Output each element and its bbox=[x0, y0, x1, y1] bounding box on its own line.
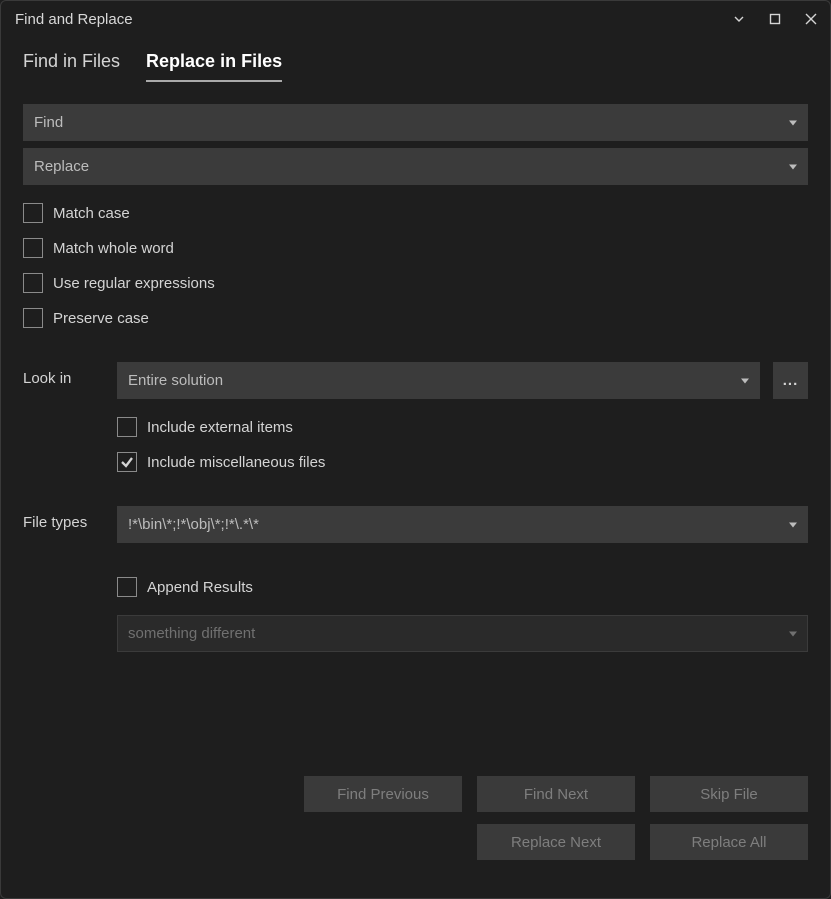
look-in-value: Entire solution bbox=[128, 372, 223, 389]
include-misc-checkbox[interactable] bbox=[117, 452, 137, 472]
browse-button[interactable]: ... bbox=[773, 362, 808, 399]
skip-file-button[interactable]: Skip File bbox=[650, 776, 808, 812]
maximize-icon[interactable] bbox=[764, 8, 786, 30]
match-case-label: Match case bbox=[53, 205, 130, 222]
replace-input-placeholder: Replace bbox=[34, 158, 89, 175]
chevron-down-icon bbox=[789, 120, 797, 125]
tab-find-in-files[interactable]: Find in Files bbox=[23, 51, 120, 82]
chevron-down-icon bbox=[789, 522, 797, 527]
use-regex-checkbox[interactable] bbox=[23, 273, 43, 293]
include-external-checkbox[interactable] bbox=[117, 417, 137, 437]
search-options: Match case Match whole word Use regular … bbox=[23, 203, 808, 328]
chevron-down-icon bbox=[789, 164, 797, 169]
close-icon[interactable] bbox=[800, 8, 822, 30]
replace-input[interactable]: Replace bbox=[23, 148, 808, 185]
use-regex-label: Use regular expressions bbox=[53, 275, 215, 292]
file-types-input[interactable]: !*\bin\*;!*\obj\*;!*\.*\* bbox=[117, 506, 808, 543]
preserve-case-checkbox[interactable] bbox=[23, 308, 43, 328]
mode-tabs: Find in Files Replace in Files bbox=[1, 37, 830, 82]
results-target-value: something different bbox=[128, 625, 255, 642]
look-in-select[interactable]: Entire solution bbox=[117, 362, 760, 399]
replace-all-button[interactable]: Replace All bbox=[650, 824, 808, 860]
tab-replace-in-files[interactable]: Replace in Files bbox=[146, 51, 282, 82]
include-external-label: Include external items bbox=[147, 419, 293, 436]
match-whole-word-label: Match whole word bbox=[53, 240, 174, 257]
file-types-label: File types bbox=[23, 506, 117, 531]
file-types-value: !*\bin\*;!*\obj\*;!*\.*\* bbox=[128, 516, 259, 533]
replace-next-button[interactable]: Replace Next bbox=[477, 824, 635, 860]
match-case-checkbox[interactable] bbox=[23, 203, 43, 223]
append-results-label: Append Results bbox=[147, 579, 253, 596]
action-buttons: Find Previous Find Next Skip File Replac… bbox=[23, 776, 808, 876]
chevron-down-icon bbox=[741, 378, 749, 383]
chevron-down-icon bbox=[789, 631, 797, 636]
match-whole-word-checkbox[interactable] bbox=[23, 238, 43, 258]
look-in-label: Look in bbox=[23, 362, 117, 387]
find-input[interactable]: Find bbox=[23, 104, 808, 141]
window-controls bbox=[728, 8, 822, 30]
titlebar: Find and Replace bbox=[1, 1, 830, 37]
results-target-select: something different bbox=[117, 615, 808, 652]
find-previous-button[interactable]: Find Previous bbox=[304, 776, 462, 812]
find-next-button[interactable]: Find Next bbox=[477, 776, 635, 812]
include-misc-label: Include miscellaneous files bbox=[147, 454, 325, 471]
find-input-placeholder: Find bbox=[34, 114, 63, 131]
dialog-content: Find Replace Match case Match whole word… bbox=[1, 82, 830, 898]
window-title: Find and Replace bbox=[15, 11, 133, 28]
append-results-checkbox[interactable] bbox=[117, 577, 137, 597]
minimize-icon[interactable] bbox=[728, 8, 750, 30]
preserve-case-label: Preserve case bbox=[53, 310, 149, 327]
